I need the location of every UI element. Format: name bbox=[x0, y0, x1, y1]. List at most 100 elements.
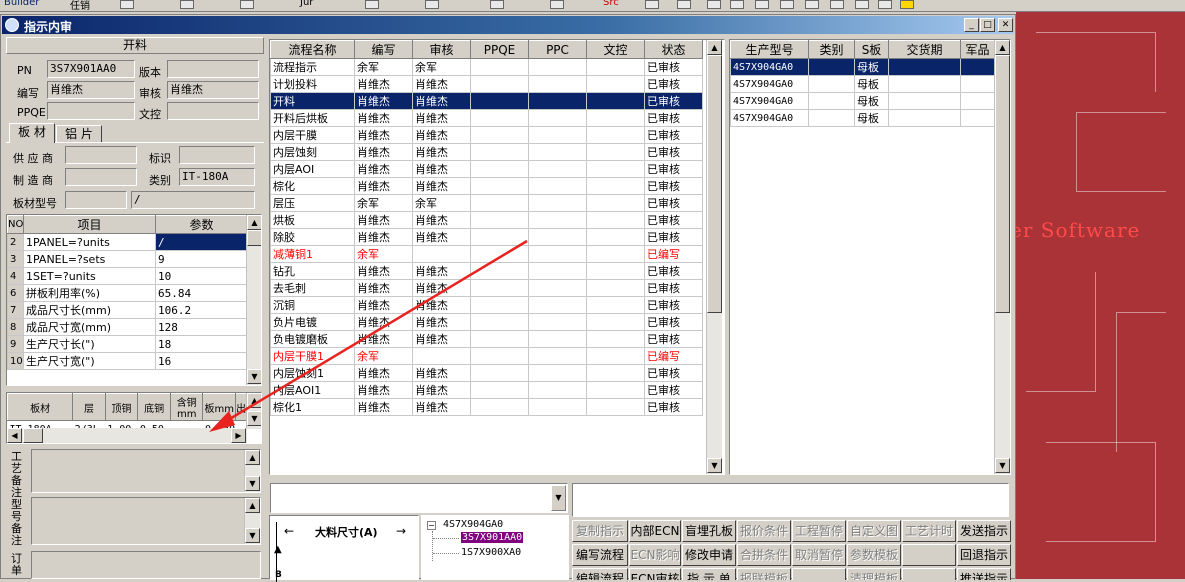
params-cell-no[interactable]: 2 bbox=[7, 233, 24, 251]
flow-cell-status[interactable]: 已审核 bbox=[644, 364, 703, 382]
flow-cell-empty[interactable] bbox=[528, 58, 587, 76]
cmd-button-r3-1[interactable]: 编辑流程 bbox=[572, 568, 628, 580]
model-scrollbar[interactable]: ▲ ▼ bbox=[994, 40, 1010, 474]
flow-cell-empty[interactable] bbox=[470, 109, 529, 127]
tree-node-selected[interactable]: 3S7X901AA0 bbox=[461, 532, 524, 543]
order-remark-area[interactable] bbox=[31, 551, 261, 579]
flow-cell-empty[interactable] bbox=[586, 313, 645, 331]
flow-cell-status[interactable]: 已审核 bbox=[644, 92, 703, 110]
toolbar-icon-9[interactable] bbox=[677, 0, 691, 9]
flow-cell-author[interactable]: 肖维杰 bbox=[354, 92, 413, 110]
params-cell-item[interactable]: 生产尺寸宽(") bbox=[23, 352, 156, 370]
toolbar-item-2[interactable]: 任销 bbox=[70, 0, 90, 11]
scroll-thumb[interactable] bbox=[23, 428, 43, 443]
cmd-button-r2-1[interactable]: 编写流程 bbox=[572, 544, 628, 566]
scroll-up-arrow[interactable]: ▲ bbox=[247, 215, 261, 230]
flow-cell-empty[interactable] bbox=[470, 126, 529, 144]
model-row[interactable]: 4S7X904GA0 母板 bbox=[730, 58, 995, 76]
cmd-button-r3-6[interactable]: 清理模板 bbox=[847, 568, 901, 580]
window-titlebar[interactable]: 指示内审 _ □ ✕ bbox=[2, 16, 1014, 34]
scroll-thumb[interactable] bbox=[707, 55, 722, 313]
flow-row[interactable]: 棕化 肖维杰 肖维杰 已审核 bbox=[270, 177, 703, 195]
scroll-up-arrow[interactable]: ▲ bbox=[707, 40, 722, 55]
cmd-button-r1-7[interactable]: 工艺计时 bbox=[902, 520, 956, 542]
flow-cell-empty[interactable] bbox=[586, 177, 645, 195]
flow-cell-empty[interactable] bbox=[586, 347, 645, 365]
flow-cell-status[interactable]: 已审核 bbox=[644, 109, 703, 127]
flow-cell-status[interactable]: 已审核 bbox=[644, 194, 703, 212]
model-cell-model[interactable]: 4S7X904GA0 bbox=[730, 109, 809, 127]
material-header[interactable]: 底铜 bbox=[137, 393, 171, 421]
flow-cell-reviewer[interactable]: 肖维杰 bbox=[412, 177, 471, 195]
tree-node[interactable]: 1S7X900XA0 bbox=[461, 547, 521, 558]
model-cell-military[interactable] bbox=[960, 109, 995, 127]
model-cell-due[interactable] bbox=[888, 75, 961, 93]
flow-cell-empty[interactable] bbox=[586, 381, 645, 399]
flow-row[interactable]: 层压 余军 余军 已审核 bbox=[270, 194, 703, 212]
params-cell-item[interactable]: 生产尺寸长(") bbox=[23, 335, 156, 353]
scroll-thumb[interactable] bbox=[995, 55, 1010, 313]
flow-cell-status[interactable]: 已审核 bbox=[644, 262, 703, 280]
model-header[interactable]: 生产型号 bbox=[730, 40, 809, 59]
flow-cell-author[interactable]: 肖维杰 bbox=[354, 109, 413, 127]
material-header[interactable]: 顶铜 bbox=[104, 393, 139, 421]
flow-cell-empty[interactable] bbox=[528, 194, 587, 212]
flow-header[interactable]: PPQE bbox=[470, 40, 529, 59]
params-header-value[interactable]: 参数 bbox=[155, 215, 248, 234]
flow-cell-empty[interactable] bbox=[528, 160, 587, 178]
flow-cell-name[interactable]: 计划投料 bbox=[270, 75, 355, 93]
cmd-button-r1-2[interactable]: 内部ECN bbox=[629, 520, 681, 542]
flow-cell-empty[interactable] bbox=[586, 364, 645, 382]
supplier-field[interactable] bbox=[65, 146, 137, 164]
scroll-down-arrow[interactable]: ▼ bbox=[995, 458, 1010, 473]
params-cell-no[interactable]: 3 bbox=[7, 250, 24, 268]
flow-header[interactable]: 流程名称 bbox=[270, 40, 355, 59]
flow-row[interactable]: 开料后烘板 肖维杰 肖维杰 已审核 bbox=[270, 109, 703, 127]
params-cell-item[interactable]: 拼板利用率(%) bbox=[23, 284, 156, 302]
model-row[interactable]: 4S7X904GA0 母板 bbox=[730, 75, 995, 93]
flow-cell-author[interactable]: 肖维杰 bbox=[354, 143, 413, 161]
tab-board[interactable]: 板 材 bbox=[9, 123, 55, 143]
cmd-button-r1-1[interactable]: 复制指示 bbox=[572, 520, 628, 542]
flow-cell-name[interactable]: 流程指示 bbox=[270, 58, 355, 76]
flow-cell-empty[interactable] bbox=[586, 211, 645, 229]
toolbar-icon-5[interactable] bbox=[425, 0, 439, 9]
help-icon[interactable] bbox=[900, 0, 914, 9]
flow-cell-status[interactable]: 已审核 bbox=[644, 143, 703, 161]
flow-cell-name[interactable]: 开料 bbox=[270, 92, 355, 110]
flow-cell-reviewer[interactable]: 肖维杰 bbox=[412, 211, 471, 229]
version-field[interactable] bbox=[167, 60, 259, 78]
model-remark-area[interactable]: ▲ ▼ bbox=[31, 497, 261, 545]
params-cell-no[interactable]: 4 bbox=[7, 267, 24, 285]
flow-cell-empty[interactable] bbox=[586, 279, 645, 297]
cmd-button-r2-8[interactable]: 回退指示 bbox=[957, 544, 1011, 566]
flow-cell-status[interactable]: 已审核 bbox=[644, 296, 703, 314]
flow-cell-empty[interactable] bbox=[470, 58, 529, 76]
model-cell-model[interactable]: 4S7X904GA0 bbox=[730, 92, 809, 110]
toolbar-icon-10[interactable] bbox=[707, 0, 721, 9]
category-field[interactable]: IT-180A bbox=[179, 168, 255, 186]
toolbar-item-3[interactable]: Jur bbox=[300, 0, 313, 8]
flow-cell-empty[interactable] bbox=[586, 296, 645, 314]
material-header[interactable]: 含铜mm bbox=[169, 393, 204, 421]
process-remark-area[interactable]: ▲ ▼ bbox=[31, 449, 261, 493]
cmd-button-r2-2[interactable]: ECN影响 bbox=[629, 544, 681, 566]
toolbar-icon-6[interactable] bbox=[490, 0, 504, 9]
flow-cell-empty[interactable] bbox=[586, 92, 645, 110]
scroll-up-arrow[interactable]: ▲ bbox=[245, 450, 260, 465]
cmd-button-r3-2[interactable]: ECN审核 bbox=[629, 568, 681, 580]
flow-cell-empty[interactable] bbox=[470, 160, 529, 178]
flow-scrollbar[interactable]: ▲ ▼ bbox=[706, 40, 722, 474]
pn-field[interactable]: 3S7X901AA0 bbox=[47, 60, 135, 78]
tree-collapse-toggle[interactable]: − bbox=[427, 521, 436, 530]
flow-cell-empty[interactable] bbox=[528, 143, 587, 161]
flow-cell-status[interactable]: 已审核 bbox=[644, 211, 703, 229]
toolbar-icon-1[interactable] bbox=[120, 0, 134, 9]
model-header[interactable]: 交货期 bbox=[888, 40, 961, 59]
model-cell-sboard[interactable]: 母板 bbox=[854, 109, 889, 127]
flow-cell-empty[interactable] bbox=[470, 92, 529, 110]
model-cell-model[interactable]: 4S7X904GA0 bbox=[730, 58, 809, 76]
flow-cell-status[interactable]: 已审核 bbox=[644, 381, 703, 399]
flow-header[interactable]: PPC bbox=[528, 40, 587, 59]
flow-cell-reviewer[interactable]: 余军 bbox=[412, 58, 471, 76]
